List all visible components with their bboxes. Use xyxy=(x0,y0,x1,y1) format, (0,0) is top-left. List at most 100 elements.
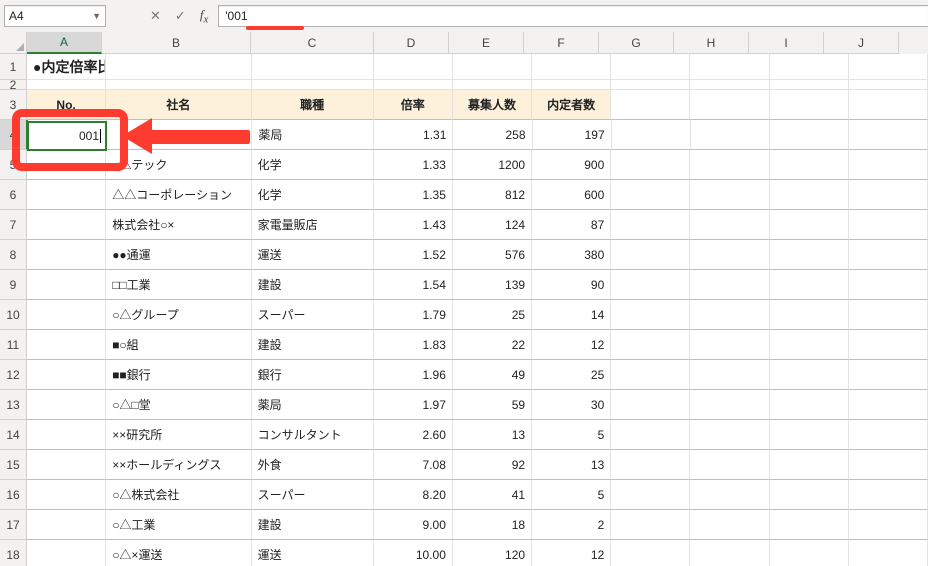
row-header[interactable]: 11 xyxy=(0,330,27,360)
row-header[interactable]: 7 xyxy=(0,210,27,240)
cell-type[interactable]: 薬局 xyxy=(252,390,374,420)
cell-no[interactable] xyxy=(27,330,106,360)
row-header[interactable]: 9 xyxy=(0,270,27,300)
cancel-icon[interactable]: ✕ xyxy=(150,8,161,24)
cell-type[interactable]: 運送 xyxy=(252,240,374,270)
hdr-type[interactable]: 職種 xyxy=(252,90,374,120)
cell-type[interactable]: 化学 xyxy=(252,150,374,180)
col-header-F[interactable]: F xyxy=(524,32,599,54)
cell-decided[interactable]: 87 xyxy=(532,210,611,240)
cell-apply[interactable]: 576 xyxy=(453,240,532,270)
cell-decided[interactable]: 197 xyxy=(533,120,612,150)
cell-no[interactable] xyxy=(27,210,106,240)
cell-rate[interactable]: 1.33 xyxy=(374,150,453,180)
cell-type[interactable]: 運送 xyxy=(252,540,374,566)
cell-decided[interactable]: 5 xyxy=(532,420,611,450)
cell-rate[interactable]: 1.31 xyxy=(374,120,453,150)
cell-type[interactable]: 建設 xyxy=(252,330,374,360)
hdr-company[interactable]: 社名 xyxy=(106,90,251,120)
hdr-no[interactable]: No. xyxy=(27,90,106,120)
cell-rate[interactable]: 1.79 xyxy=(374,300,453,330)
cell-apply[interactable]: 22 xyxy=(453,330,532,360)
cell-company[interactable]: 株式会社○× xyxy=(106,210,251,240)
cell-no[interactable] xyxy=(27,420,106,450)
hdr-rate[interactable]: 倍率 xyxy=(374,90,453,120)
cell-company[interactable]: □□工業 xyxy=(106,270,251,300)
cell-decided[interactable]: 12 xyxy=(532,540,611,566)
cell-decided[interactable]: 2 xyxy=(532,510,611,540)
cell-type[interactable]: コンサルタント xyxy=(252,420,374,450)
cell-no[interactable] xyxy=(27,540,106,566)
cell-apply[interactable]: 49 xyxy=(453,360,532,390)
cell-decided[interactable]: 12 xyxy=(532,330,611,360)
row-header[interactable]: 18 xyxy=(0,540,27,566)
confirm-icon[interactable]: ✓ xyxy=(175,8,186,24)
hdr-apply[interactable]: 募集人数 xyxy=(453,90,532,120)
cell-apply[interactable]: 41 xyxy=(453,480,532,510)
cell-apply[interactable]: 139 xyxy=(453,270,532,300)
col-header-H[interactable]: H xyxy=(674,32,749,54)
row-header[interactable]: 10 xyxy=(0,300,27,330)
row-header[interactable]: 1 xyxy=(0,54,27,80)
col-header-J[interactable]: J xyxy=(824,32,899,54)
cell-no[interactable] xyxy=(27,510,106,540)
cell-rate[interactable]: 1.43 xyxy=(374,210,453,240)
cell-rate[interactable]: 1.52 xyxy=(374,240,453,270)
hdr-decided[interactable]: 内定者数 xyxy=(532,90,611,120)
cell-company[interactable]: ××ホールディングス xyxy=(106,450,251,480)
cell-no[interactable] xyxy=(27,390,106,420)
cell-rate[interactable]: 1.96 xyxy=(374,360,453,390)
cell-company[interactable]: ○△株式会社 xyxy=(106,480,251,510)
cell-company[interactable]: ■○組 xyxy=(106,330,251,360)
cell-apply[interactable]: 120 xyxy=(453,540,532,566)
col-header-G[interactable]: G xyxy=(599,32,674,54)
cell-apply[interactable]: 59 xyxy=(453,390,532,420)
cell-type[interactable]: スーパー xyxy=(252,300,374,330)
spreadsheet-grid[interactable]: A B C D E F G H I J 1 ●内定倍率比較 2 xyxy=(0,32,928,566)
fx-icon[interactable]: fx xyxy=(200,7,208,26)
row-header[interactable]: 3 xyxy=(0,90,27,120)
cell-type[interactable]: 建設 xyxy=(252,270,374,300)
select-all-corner[interactable] xyxy=(0,32,27,54)
cell-company[interactable]: ○△工業 xyxy=(106,510,251,540)
col-header-A[interactable]: A xyxy=(27,32,102,54)
cell-decided[interactable]: 25 xyxy=(532,360,611,390)
cell-decided[interactable]: 14 xyxy=(532,300,611,330)
cell-apply[interactable]: 18 xyxy=(453,510,532,540)
cell-company[interactable]: ■■銀行 xyxy=(106,360,251,390)
cell-rate[interactable]: 10.00 xyxy=(374,540,453,566)
cell-rate[interactable]: 1.97 xyxy=(374,390,453,420)
title-cell[interactable]: ●内定倍率比較 xyxy=(27,54,106,80)
cell-rate[interactable]: 1.35 xyxy=(374,180,453,210)
cell-no[interactable] xyxy=(27,480,106,510)
cell-company[interactable]: ●●通運 xyxy=(106,240,251,270)
col-header-D[interactable]: D xyxy=(374,32,449,54)
cell-type[interactable]: 外食 xyxy=(252,450,374,480)
cell-decided[interactable]: 13 xyxy=(532,450,611,480)
cell-company[interactable]: △△コーポレーション xyxy=(106,180,251,210)
row-header[interactable]: 5 xyxy=(0,150,27,180)
cell-type[interactable]: 建設 xyxy=(252,510,374,540)
cell-rate[interactable]: 9.00 xyxy=(374,510,453,540)
cell-no[interactable] xyxy=(27,300,106,330)
cell-decided[interactable]: 900 xyxy=(532,150,611,180)
row-header[interactable]: 17 xyxy=(0,510,27,540)
col-header-B[interactable]: B xyxy=(102,32,251,54)
cell-apply[interactable]: 258 xyxy=(453,120,532,150)
cell-apply[interactable]: 13 xyxy=(453,420,532,450)
cell-rate[interactable]: 1.54 xyxy=(374,270,453,300)
cell-rate[interactable]: 1.83 xyxy=(374,330,453,360)
active-cell-A4[interactable]: 001 xyxy=(27,121,107,151)
name-box[interactable]: A4 ▼ xyxy=(4,5,106,27)
cell-decided[interactable]: 30 xyxy=(532,390,611,420)
col-header-I[interactable]: I xyxy=(749,32,824,54)
cell-apply[interactable]: 92 xyxy=(453,450,532,480)
row-header[interactable]: 8 xyxy=(0,240,27,270)
cell-decided[interactable]: 90 xyxy=(532,270,611,300)
cell-type[interactable]: スーパー xyxy=(252,480,374,510)
row-header[interactable]: 2 xyxy=(0,80,27,90)
col-header-C[interactable]: C xyxy=(251,32,374,54)
cell-decided[interactable]: 600 xyxy=(532,180,611,210)
row-header[interactable]: 12 xyxy=(0,360,27,390)
row-header[interactable]: 4 xyxy=(0,120,28,150)
